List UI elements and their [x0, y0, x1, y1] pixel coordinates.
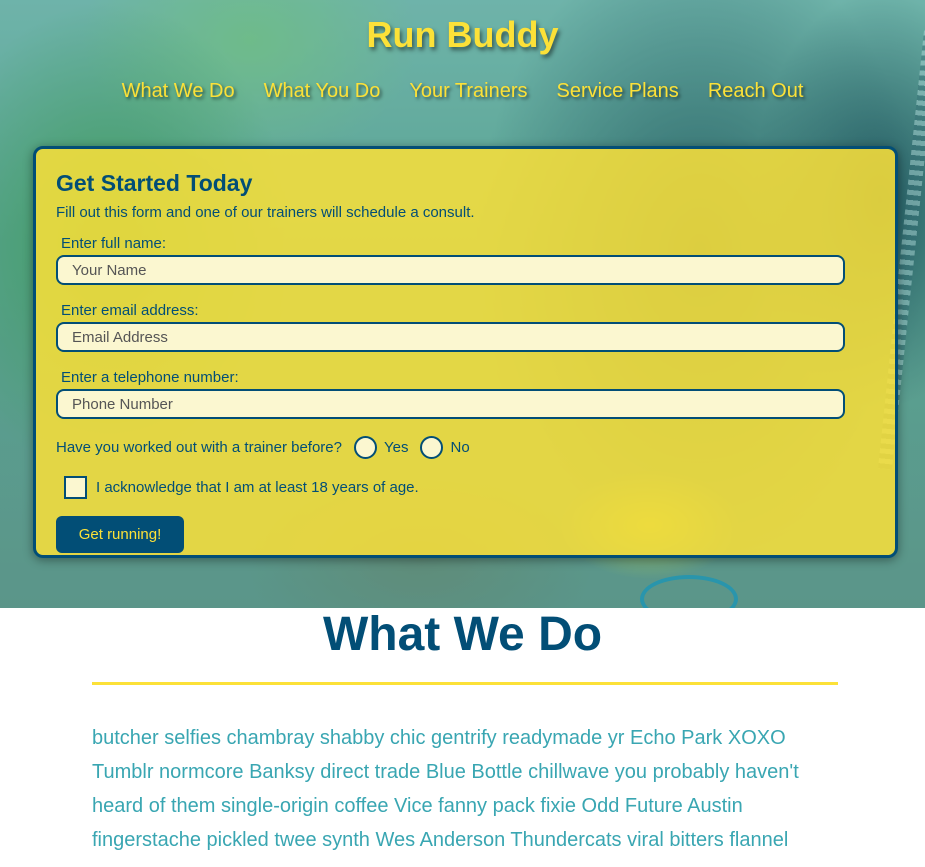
email-input[interactable]	[56, 322, 845, 352]
age-ack-label[interactable]: I acknowledge that I am at least 18 year…	[96, 479, 419, 496]
name-label: Enter full name:	[61, 235, 167, 252]
trainer-question-row: Have you worked out with a trainer befor…	[56, 436, 470, 459]
get-started-form: Get Started Today Fill out this form and…	[33, 146, 898, 558]
hero-section: Run Buddy What We Do What You Do Your Tr…	[0, 0, 925, 608]
nav-link-your-trainers[interactable]: Your Trainers	[409, 80, 527, 103]
phone-input[interactable]	[56, 389, 845, 419]
form-intro: Fill out this form and one of our traine…	[56, 204, 475, 221]
section-divider	[92, 682, 838, 685]
trainer-yes-radio[interactable]	[354, 436, 377, 459]
name-input[interactable]	[56, 255, 845, 285]
what-we-do-body: butcher selfies chambray shabby chic gen…	[92, 727, 799, 851]
what-we-do-heading: What We Do	[322, 608, 603, 661]
trainer-question-label: Have you worked out with a trainer befor…	[56, 439, 342, 456]
nav-link-service-plans[interactable]: Service Plans	[557, 80, 679, 103]
get-running-button[interactable]: Get running!	[56, 516, 184, 553]
trainer-no-radio[interactable]	[420, 436, 444, 459]
nav-link-what-you-do[interactable]: What You Do	[264, 80, 381, 103]
main-nav: What We Do What You Do Your Trainers Ser…	[0, 80, 925, 103]
age-ack-checkbox[interactable]	[64, 476, 87, 499]
email-label: Enter email address:	[61, 302, 199, 319]
nav-link-reach-out[interactable]: Reach Out	[708, 80, 804, 103]
phone-label: Enter a telephone number:	[61, 369, 239, 386]
site-title[interactable]: Run Buddy	[0, 14, 925, 56]
trainer-no-label[interactable]: No	[450, 439, 469, 456]
trainer-yes-label[interactable]: Yes	[384, 439, 408, 456]
form-heading: Get Started Today	[56, 170, 253, 196]
age-ack-row: I acknowledge that I am at least 18 year…	[64, 476, 419, 499]
nav-link-what-we-do[interactable]: What We Do	[122, 80, 235, 103]
